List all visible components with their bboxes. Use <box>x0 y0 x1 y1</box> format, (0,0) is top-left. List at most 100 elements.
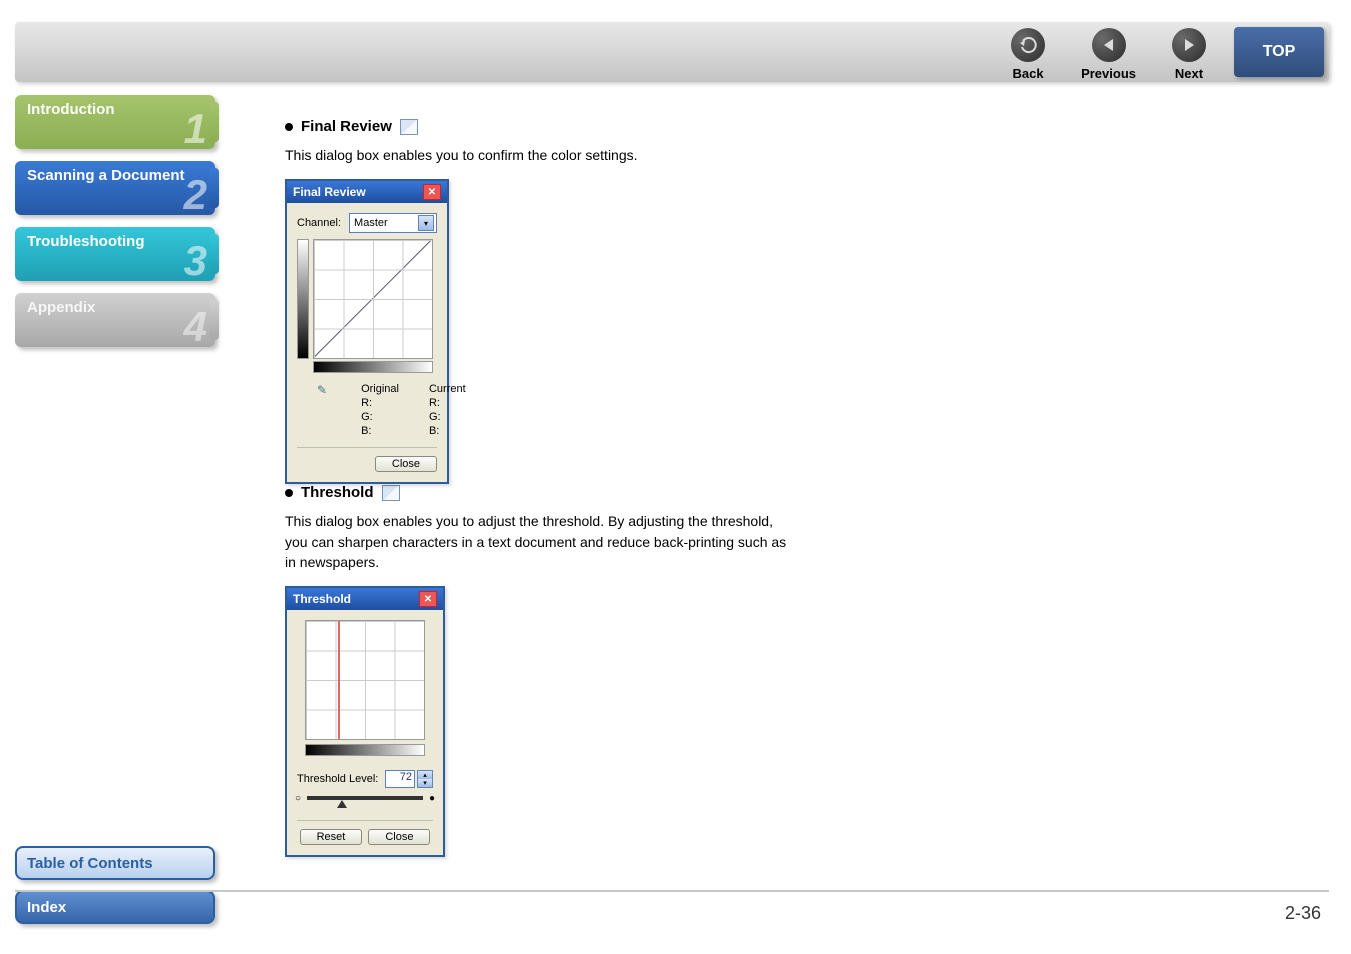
page-number: 2-36 <box>1285 903 1321 924</box>
index-label: Index <box>27 899 66 916</box>
dialog-footer: Reset Close <box>297 820 433 845</box>
threshold-description: This dialog box enables you to adjust th… <box>285 511 795 572</box>
sidebar-footer: Table of Contents Index <box>15 836 215 924</box>
sidebar-item-introduction[interactable]: Introduction 1 <box>15 95 215 149</box>
final-review-dialog: Final Review ✕ Channel: Master ▾ <box>285 179 449 484</box>
next-icon <box>1172 28 1206 62</box>
tool-icon <box>382 485 400 501</box>
current-header: Current <box>429 383 466 395</box>
dialog-footer: Close <box>297 447 437 472</box>
close-button[interactable]: Close <box>368 829 430 845</box>
rgb-original-column: Original R: G: B: <box>361 383 399 437</box>
threshold-title: Threshold <box>301 484 374 501</box>
curve-line <box>313 240 431 358</box>
reset-button-label: Reset <box>317 831 346 843</box>
previous-icon <box>1092 28 1126 62</box>
horizontal-gradient <box>313 361 433 373</box>
g-label: G: <box>361 411 399 423</box>
dialog-body: Threshold Level: 72 ▴ ▾ ○ ● <box>287 610 443 855</box>
final-review-description: This dialog box enables you to confirm t… <box>285 145 795 165</box>
sidebar-item-troubleshooting[interactable]: Troubleshooting 3 <box>15 227 215 281</box>
dialog-titlebar: Final Review ✕ <box>287 181 447 203</box>
previous-label: Previous <box>1081 66 1136 81</box>
next-button[interactable]: Next <box>1154 22 1224 81</box>
bullet-icon <box>285 123 293 131</box>
top-toolbar: Back Previous Next TOP <box>15 22 1329 82</box>
grid-lines <box>306 621 424 739</box>
dialog-titlebar: Threshold ✕ <box>287 588 443 610</box>
spinner-down-icon[interactable]: ▾ <box>418 779 432 787</box>
toc-label: Table of Contents <box>27 855 153 872</box>
vertical-gradient <box>297 239 309 359</box>
channel-row: Channel: Master ▾ <box>297 213 437 233</box>
channel-label: Channel: <box>297 217 341 229</box>
close-icon[interactable]: ✕ <box>419 591 437 607</box>
rgb-readout: ✎ Original R: G: B: Current R: G: B: <box>297 383 437 437</box>
b-label: B: <box>429 425 466 437</box>
sidebar-item-label: Introduction <box>27 101 114 118</box>
curve-area <box>297 239 437 359</box>
back-icon <box>1011 28 1045 62</box>
close-icon[interactable]: ✕ <box>423 184 441 200</box>
sidebar-item-number: 1 <box>184 105 207 153</box>
close-button[interactable]: Close <box>375 456 437 472</box>
footer-divider <box>15 890 1329 892</box>
threshold-section: Threshold This dialog box enables you to… <box>285 484 795 857</box>
dialog-title-text: Threshold <box>293 592 351 606</box>
sidebar-item-scanning[interactable]: Scanning a Document 2 <box>15 161 215 215</box>
top-button[interactable]: TOP <box>1234 27 1324 77</box>
channel-select[interactable]: Master ▾ <box>349 213 437 233</box>
table-of-contents-button[interactable]: Table of Contents <box>15 846 215 880</box>
slider-min-icon: ○ <box>295 793 301 804</box>
sidebar-item-label: Troubleshooting <box>27 233 145 250</box>
back-button[interactable]: Back <box>993 22 1063 81</box>
content-area: Final Review This dialog box enables you… <box>285 118 1321 857</box>
curve-grid <box>313 239 433 359</box>
chevron-down-icon: ▾ <box>418 215 434 231</box>
sidebar-item-appendix[interactable]: Appendix 4 <box>15 293 215 347</box>
final-review-heading: Final Review <box>285 118 795 135</box>
sidebar-item-number: 3 <box>184 237 207 285</box>
threshold-indicator <box>338 621 340 739</box>
index-button[interactable]: Index <box>15 890 215 924</box>
g-label: G: <box>429 411 466 423</box>
tool-icon <box>400 119 418 135</box>
threshold-level-row: Threshold Level: 72 ▴ ▾ <box>297 770 433 788</box>
sidebar-item-number: 2 <box>184 171 207 219</box>
r-label: R: <box>361 397 399 409</box>
close-button-label: Close <box>392 458 420 470</box>
spinner-up-icon[interactable]: ▴ <box>418 771 432 779</box>
threshold-level-value[interactable]: 72 <box>385 770 415 788</box>
b-label: B: <box>361 425 399 437</box>
threshold-dialog: Threshold ✕ Threshold Level: 72 ▴ ▾ <box>285 586 445 857</box>
reset-button[interactable]: Reset <box>300 829 363 845</box>
threshold-heading: Threshold <box>285 484 795 501</box>
back-label: Back <box>1013 66 1044 81</box>
sidebar-item-label: Scanning a Document <box>27 167 185 184</box>
top-button-label: TOP <box>1263 43 1296 61</box>
original-header: Original <box>361 383 399 395</box>
histogram-grid <box>305 620 425 740</box>
slider-max-icon: ● <box>429 793 435 804</box>
sidebar: Introduction 1 Scanning a Document 2 Tro… <box>15 95 215 359</box>
sidebar-item-label: Appendix <box>27 299 95 316</box>
rgb-current-column: Current R: G: B: <box>429 383 466 437</box>
threshold-slider[interactable]: ○ ● <box>297 792 433 810</box>
slider-track <box>307 796 423 800</box>
final-review-title: Final Review <box>301 118 392 135</box>
final-review-section: Final Review This dialog box enables you… <box>285 118 795 484</box>
dialog-body: Channel: Master ▾ ✎ Original <box>287 203 447 482</box>
horizontal-gradient <box>305 744 425 756</box>
threshold-level-label: Threshold Level: <box>297 773 378 785</box>
spinner-buttons[interactable]: ▴ ▾ <box>417 770 433 788</box>
close-button-label: Close <box>385 831 413 843</box>
sidebar-item-number: 4 <box>184 303 207 351</box>
dialog-title-text: Final Review <box>293 185 366 199</box>
slider-thumb[interactable] <box>337 800 347 808</box>
previous-button[interactable]: Previous <box>1063 22 1154 81</box>
channel-selected-value: Master <box>354 217 388 229</box>
top-nav-group: Back Previous Next TOP <box>993 22 1329 82</box>
bullet-icon <box>285 489 293 497</box>
threshold-level-spinner[interactable]: 72 ▴ ▾ <box>385 770 433 788</box>
next-label: Next <box>1175 66 1203 81</box>
